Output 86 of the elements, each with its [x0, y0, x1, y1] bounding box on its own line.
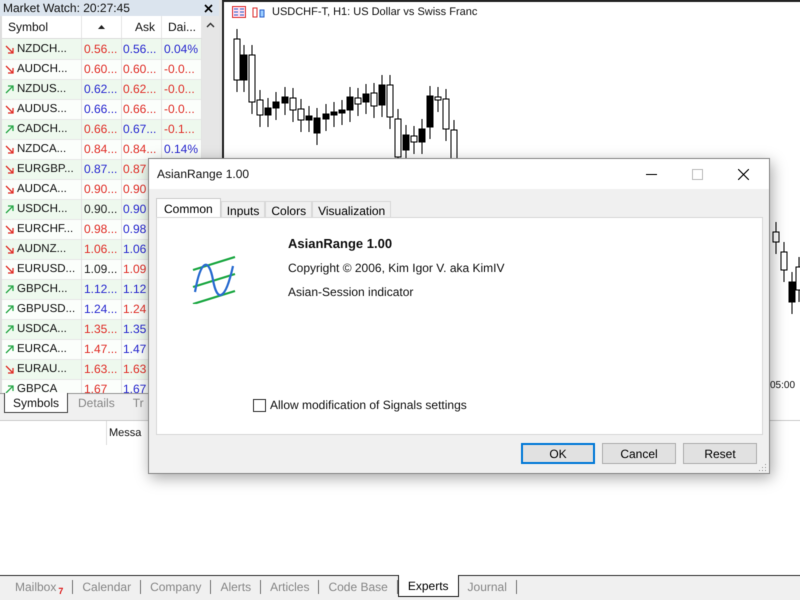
indicator-icon: [191, 256, 237, 304]
resize-grip-icon[interactable]: [759, 463, 767, 471]
ask-cell: 1.12: [123, 282, 146, 296]
symbol-cell: AUDUS...: [17, 103, 67, 115]
bid-cell: 0.60...: [84, 62, 118, 76]
column-header[interactable]: Messa: [106, 421, 144, 445]
symbol-cell: AUDCH...: [17, 63, 68, 75]
bid-cell: 1.06...: [84, 242, 118, 256]
bid-cell: 0.66...: [84, 122, 118, 136]
dialog-tab[interactable]: Common: [156, 198, 221, 219]
bid-cell: 1.12...: [84, 282, 118, 296]
column-header[interactable]: Ask: [122, 16, 162, 38]
bid-cell: 0.62...: [84, 82, 118, 96]
bid-cell: 1.67: [84, 382, 108, 393]
copyright-text: Copyright © 2006, Kim Igor V. aka KimIV: [288, 261, 504, 275]
symbol-cell: GBPCA: [17, 383, 58, 393]
checkbox-label: Allow modification of Signals settings: [270, 398, 467, 412]
symbol-cell: GBPCH...: [17, 283, 68, 295]
bid-cell: 1.35...: [84, 322, 118, 336]
bid-cell: 0.56...: [84, 42, 118, 56]
panel-tab[interactable]: Symbols: [4, 393, 68, 413]
ask-cell: 0.60...: [123, 62, 156, 76]
daily-change-cell: -0.0...: [164, 62, 195, 76]
bid-cell: 0.84...: [84, 142, 118, 156]
grid-icon[interactable]: [232, 6, 246, 18]
ask-cell: 0.56...: [123, 42, 156, 56]
ask-cell: 0.84...: [123, 142, 156, 156]
symbol-cell: EURUSD...: [17, 263, 76, 275]
symbol-cell: NZDUS...: [17, 83, 66, 95]
symbol-cell: NZDCA...: [17, 143, 66, 155]
dialog-title: AsianRange 1.00: [157, 167, 250, 181]
column-header[interactable]: Symbol: [2, 16, 82, 38]
close-icon[interactable]: [738, 168, 749, 180]
bid-cell: 1.63...: [84, 362, 118, 376]
panel-title: Market Watch: 20:27:45: [3, 1, 130, 15]
dialog-button[interactable]: OK: [521, 443, 595, 464]
ask-cell: 0.62...: [123, 82, 156, 96]
bar-chart-icon[interactable]: [252, 6, 266, 18]
sort-arrow-icon: [98, 25, 105, 29]
ask-cell: 0.90: [123, 202, 146, 216]
bid-cell: 0.87...: [84, 162, 118, 176]
daily-change-cell: -0.0...: [164, 102, 195, 116]
ask-cell: 0.67...: [123, 122, 156, 136]
daily-change-cell: 0.04%: [164, 42, 198, 56]
bid-cell: 0.66...: [84, 102, 118, 116]
dialog-button[interactable]: Cancel: [602, 443, 676, 464]
daily-change-cell: -0.1...: [164, 122, 195, 136]
symbol-cell: GBPUSD...: [17, 303, 76, 315]
symbol-cell: NZDCH...: [17, 43, 67, 55]
dialog-button[interactable]: Reset: [683, 443, 757, 464]
bid-cell: 1.09...: [84, 262, 118, 276]
ask-cell: 1.06: [123, 242, 146, 256]
chart-title: USDCHF-T, H1: US Dollar vs Swiss Franc: [272, 6, 478, 18]
ask-cell: 0.90: [123, 182, 146, 196]
symbol-cell: CADCH...: [17, 123, 68, 135]
close-icon[interactable]: [204, 4, 213, 12]
daily-change-cell: 0.14%: [164, 142, 198, 156]
toolbox-tab[interactable]: Experts: [398, 575, 459, 597]
ask-cell: 0.87: [123, 162, 146, 176]
ask-cell: 0.98: [123, 222, 146, 236]
symbol-cell: USDCH...: [17, 203, 68, 215]
ask-cell: 1.24: [123, 302, 146, 316]
checkbox[interactable]: [253, 398, 266, 412]
bid-cell: 0.90...: [84, 202, 118, 216]
ask-cell: 0.66...: [123, 102, 156, 116]
daily-change-cell: -0.0...: [164, 82, 195, 96]
bid-cell: 1.24...: [84, 302, 118, 316]
ask-cell: 1.63: [123, 362, 146, 376]
symbol-cell: AUDCA...: [17, 183, 67, 195]
bid-cell: 1.47...: [84, 342, 118, 356]
ask-cell: 1.09: [123, 262, 146, 276]
description-text: Asian-Session indicator: [288, 285, 414, 299]
indicator-name: AsianRange 1.00: [288, 236, 394, 251]
symbol-cell: USDCA...: [17, 323, 67, 335]
bid-cell: 0.98...: [84, 222, 118, 236]
symbol-cell: EURCHF...: [17, 223, 74, 235]
bid-cell: 0.90...: [84, 182, 118, 196]
ask-cell: 1.67: [123, 382, 146, 393]
symbol-cell: EURAU...: [17, 363, 67, 375]
toolbox-tab[interactable]: Mailbox $_{7}$: [6, 580, 74, 594]
symbol-cell: EURCA...: [17, 343, 67, 355]
symbol-cell: EURGBP...: [17, 163, 74, 175]
ask-cell: 1.35: [123, 322, 146, 336]
symbol-cell: AUDNZ...: [17, 243, 66, 255]
ask-cell: 1.47: [123, 342, 146, 356]
scroll-up-icon[interactable]: [206, 22, 215, 28]
